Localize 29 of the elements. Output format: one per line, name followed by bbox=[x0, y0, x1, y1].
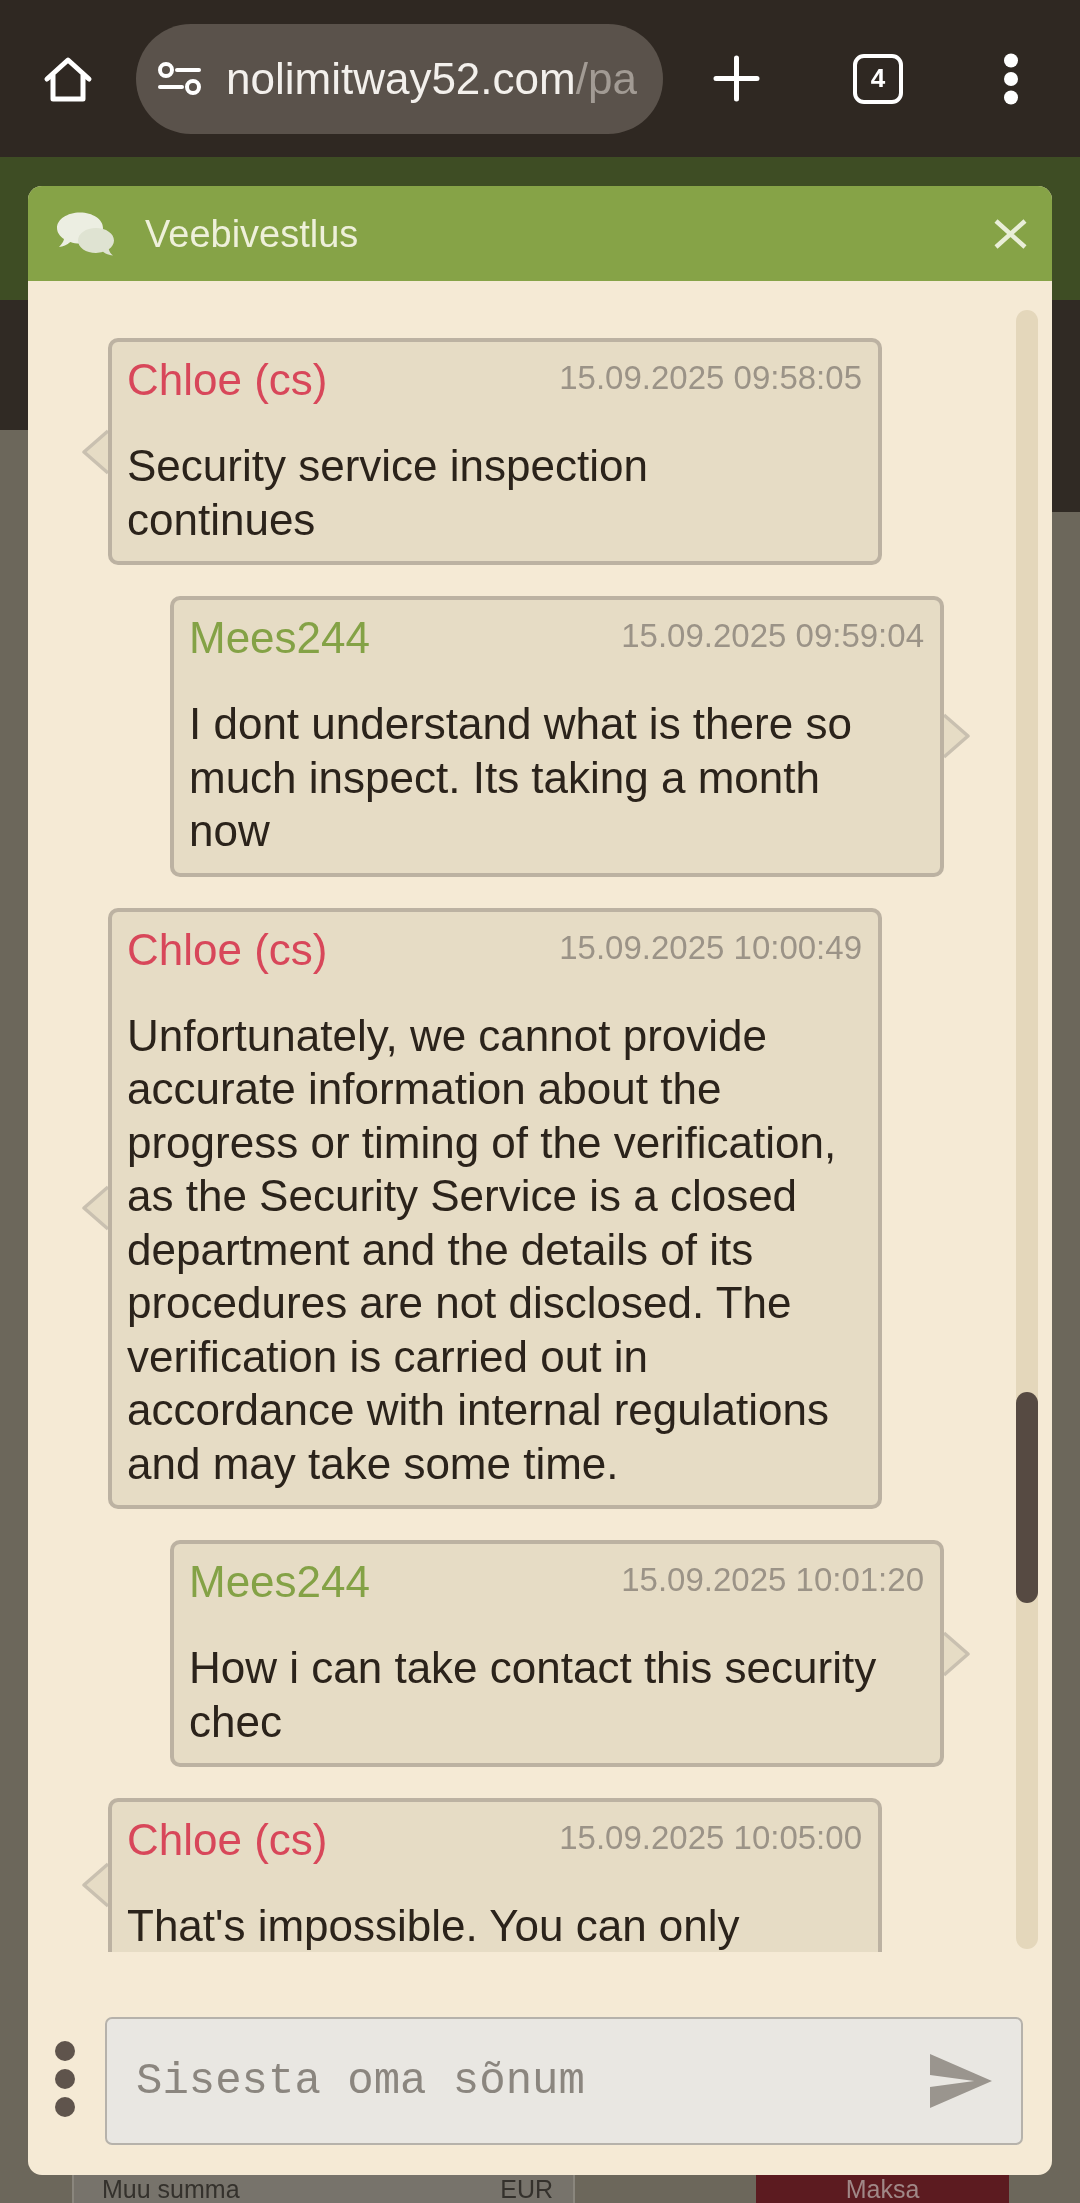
message-text: Security service inspection continues bbox=[127, 440, 649, 546]
currency-label: EUR bbox=[500, 2175, 553, 2203]
message-text: That's impossible. You can only bbox=[127, 1900, 741, 1952]
sliders-icon[interactable] bbox=[158, 62, 201, 95]
scrollbar[interactable] bbox=[1016, 310, 1038, 1949]
address-bar[interactable]: nolimitway52.com/pa bbox=[136, 23, 663, 134]
pay-button[interactable]: Maksa bbox=[756, 2175, 1009, 2203]
sender-name: Chloe (cs) bbox=[127, 1814, 328, 1866]
message-time: 15.09.2025 10:00:49 bbox=[559, 927, 862, 968]
message-time: 15.09.2025 09:58:05 bbox=[559, 358, 862, 398]
message-input[interactable]: Sisesta oma sõnum bbox=[105, 2017, 1023, 2145]
more-options-icon[interactable] bbox=[1003, 52, 1019, 105]
message-text: How i can take contact this security chec bbox=[189, 1642, 878, 1748]
sender-name: Mees244 bbox=[189, 612, 370, 664]
message-time: 15.09.2025 10:01:20 bbox=[621, 1560, 924, 1600]
sender-name: Chloe (cs) bbox=[127, 354, 328, 406]
home-icon[interactable] bbox=[43, 54, 93, 103]
chat-bubbles-icon bbox=[56, 210, 116, 257]
message-time: 15.09.2025 10:05:00 bbox=[559, 1818, 862, 1858]
sender-name: Mees244 bbox=[189, 1556, 370, 1608]
sender-name: Chloe (cs) bbox=[127, 923, 328, 976]
message-text: Unfortunately, we cannot provide accurate information about the progress or timing of the verification, as the Security Service is a closed department and the details of its procedures are not disclosed. The verification is carried out in accordance with internal regulations and may take some time. bbox=[127, 1009, 838, 1490]
url-text: nolimitway52.com/pa bbox=[226, 52, 637, 105]
message-text: I dont understand what is there so much inspect. Its taking a month now bbox=[189, 698, 853, 857]
chat-title: Veebivestlus bbox=[145, 211, 359, 257]
more-options-icon[interactable] bbox=[55, 2041, 75, 2117]
plus-icon[interactable] bbox=[713, 55, 760, 102]
tab-switcher-button[interactable]: 4 bbox=[853, 53, 903, 104]
message-time: 15.09.2025 09:59:04 bbox=[621, 616, 924, 656]
